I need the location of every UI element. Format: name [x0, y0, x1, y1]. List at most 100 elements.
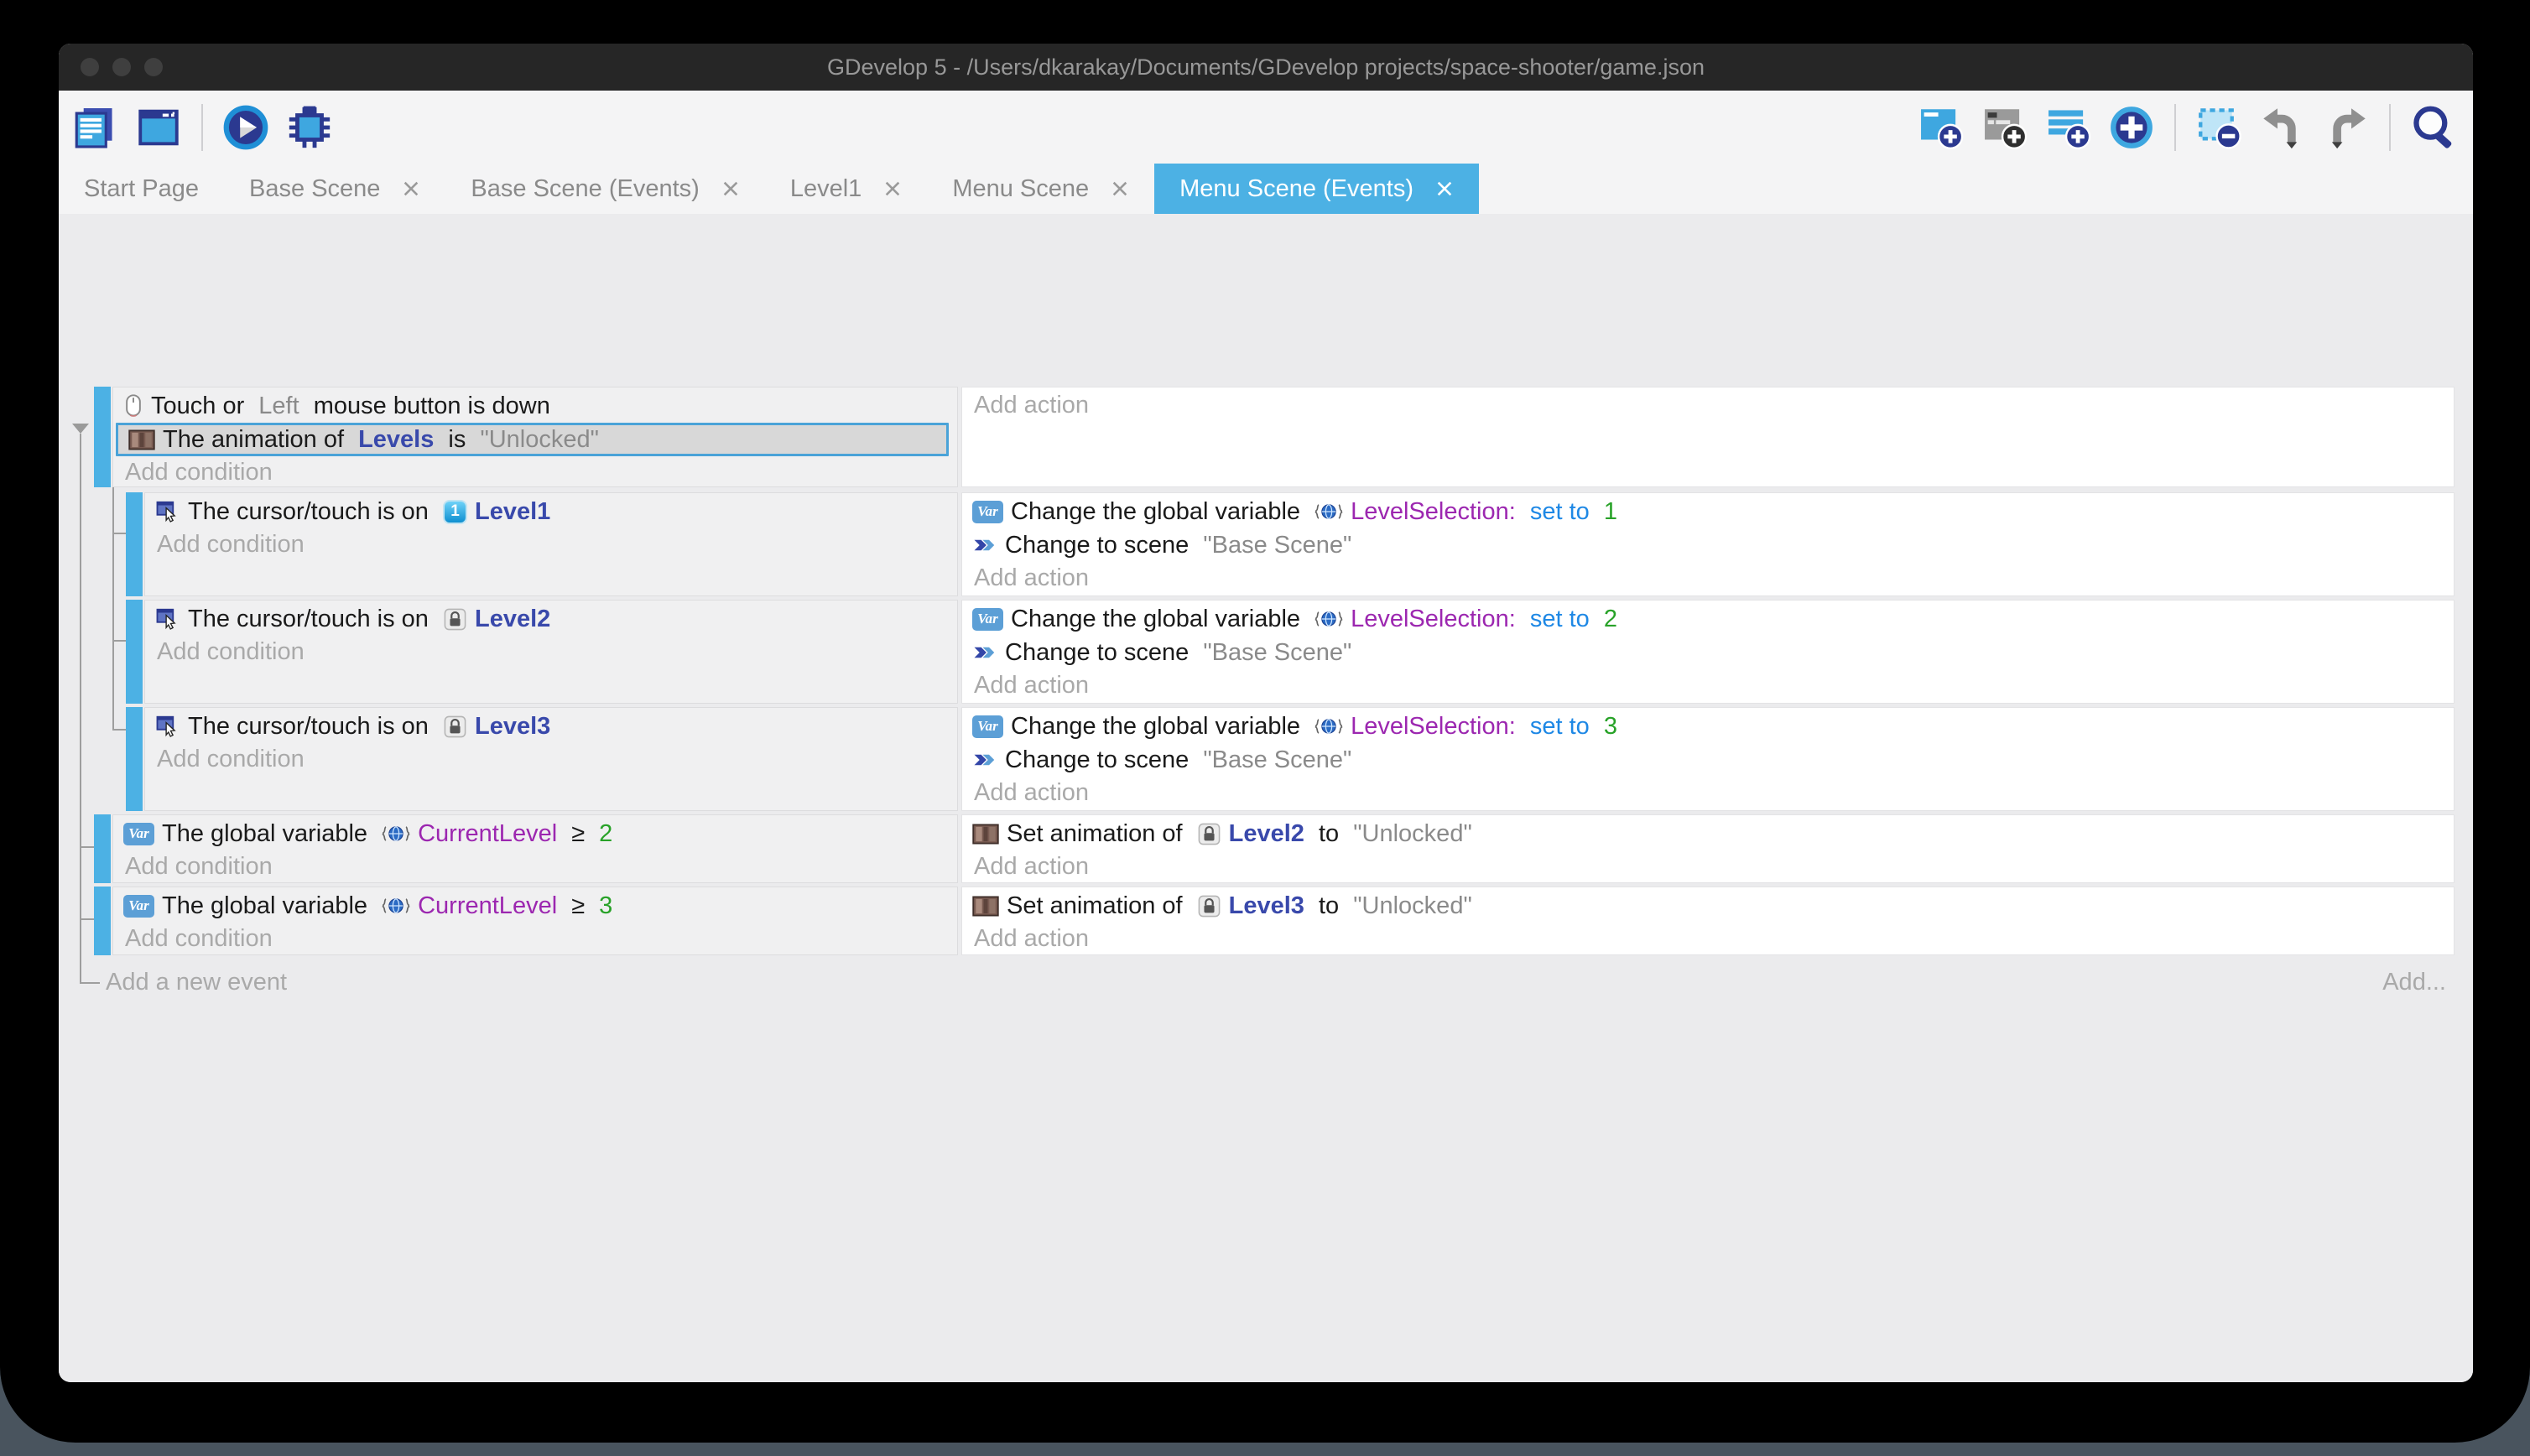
add-action-button[interactable]: Add action	[962, 850, 2454, 882]
change-scene-icon	[972, 535, 997, 555]
cursor-touch-icon	[155, 499, 180, 524]
redo-icon[interactable]	[2322, 103, 2371, 152]
condition-row[interactable]: The cursor/touch is on Level3	[145, 710, 957, 743]
event-accent-bar[interactable]	[94, 887, 111, 955]
add-condition-button[interactable]: Add condition	[113, 923, 957, 954]
event-accent-bar[interactable]	[126, 600, 143, 704]
global-variable-icon	[1314, 715, 1343, 738]
mouse-icon	[123, 393, 143, 419]
debug-icon[interactable]	[285, 103, 334, 152]
event-accent-bar[interactable]	[94, 387, 111, 487]
level1-object-icon: 1	[443, 500, 467, 524]
lock-object-icon	[443, 715, 467, 739]
delete-event-icon[interactable]	[2194, 103, 2243, 152]
tree-line	[112, 533, 126, 534]
project-manager-icon[interactable]	[70, 103, 119, 152]
condition-row[interactable]: The cursor/touch is on Level2	[145, 602, 957, 636]
event3-conditions: Var The global variable CurrentLevel ≥ 3…	[112, 887, 958, 955]
animation-icon	[128, 429, 155, 450]
global-variable-icon	[1314, 500, 1343, 523]
add-event-icon[interactable]	[1916, 103, 1965, 152]
subevent2-actions: Var Change the global variable LevelSele…	[961, 600, 2455, 704]
add-subevent-icon[interactable]	[1980, 103, 2028, 152]
action-row[interactable]: Var Change the global variable LevelSele…	[962, 710, 2454, 743]
events-sheet: Touch or Left mouse button is down The a…	[59, 214, 2473, 1382]
event-accent-bar[interactable]	[94, 814, 111, 883]
tab-menu-scene-events[interactable]: Menu Scene (Events)	[1154, 164, 1479, 214]
add-condition-button[interactable]: Add condition	[145, 743, 957, 775]
main-toolbar	[59, 91, 2473, 164]
add-action-button[interactable]: Add action	[962, 923, 2454, 954]
lock-object-icon	[443, 607, 467, 632]
add-comment-icon[interactable]	[2043, 103, 2092, 152]
title-bar: GDevelop 5 - /Users/dkarakay/Documents/G…	[59, 44, 2473, 91]
add-condition-button[interactable]: Add condition	[145, 528, 957, 560]
event-accent-bar[interactable]	[126, 492, 143, 596]
tree-line	[80, 434, 81, 984]
add-action-button[interactable]: Add action	[962, 389, 2454, 421]
change-scene-icon	[972, 750, 997, 770]
variable-icon: Var	[972, 715, 1003, 738]
add-condition-button[interactable]: Add condition	[113, 456, 957, 488]
condition-row[interactable]: Touch or Left mouse button is down	[113, 389, 957, 423]
action-row[interactable]: Change to scene "Base Scene"	[962, 636, 2454, 669]
add-action-button[interactable]: Add action	[962, 562, 2454, 594]
condition-row[interactable]: The cursor/touch is on 1 Level1	[145, 495, 957, 528]
condition-row[interactable]: Var The global variable CurrentLevel ≥ 2	[113, 817, 957, 850]
gdevelop-window: GDevelop 5 - /Users/dkarakay/Documents/G…	[59, 44, 2473, 1382]
close-icon[interactable]	[402, 179, 420, 198]
variable-icon: Var	[972, 501, 1003, 523]
action-row[interactable]: Change to scene "Base Scene"	[962, 743, 2454, 777]
animation-icon	[972, 824, 999, 845]
add-action-button[interactable]: Add action	[962, 777, 2454, 809]
event2-conditions: Var The global variable CurrentLevel ≥ 2…	[112, 814, 958, 883]
subevent1-conditions: The cursor/touch is on 1 Level1 Add cond…	[144, 492, 958, 596]
condition-row[interactable]: Var The global variable CurrentLevel ≥ 3	[113, 889, 957, 923]
toolbar-divider	[2389, 104, 2391, 151]
add-condition-button[interactable]: Add condition	[145, 636, 957, 668]
add-condition-button[interactable]: Add condition	[113, 850, 957, 882]
toolbar-divider	[201, 104, 203, 151]
change-scene-icon	[972, 642, 997, 663]
action-row[interactable]: Set animation of Level3 to "Unlocked"	[962, 889, 2454, 923]
action-row[interactable]: Var Change the global variable LevelSele…	[962, 495, 2454, 528]
event-accent-bar[interactable]	[126, 707, 143, 811]
tab-level1[interactable]: Level1	[765, 164, 927, 214]
close-icon[interactable]	[721, 179, 740, 198]
animation-icon	[972, 896, 999, 917]
tab-base-scene-events[interactable]: Base Scene (Events)	[445, 164, 764, 214]
event1-conditions: Touch or Left mouse button is down The a…	[112, 387, 958, 487]
event2-actions: Set animation of Level2 to "Unlocked" Ad…	[961, 814, 2455, 883]
action-row[interactable]: Change to scene "Base Scene"	[962, 528, 2454, 562]
undo-icon[interactable]	[2258, 103, 2307, 152]
window-title: GDevelop 5 - /Users/dkarakay/Documents/G…	[59, 44, 2473, 91]
cursor-touch-icon	[155, 606, 180, 632]
close-icon[interactable]	[1111, 179, 1129, 198]
tree-line	[80, 918, 94, 920]
add-more-button[interactable]: Add...	[2382, 965, 2446, 999]
scene-editor-icon[interactable]	[134, 103, 183, 152]
condition-row-selected[interactable]: The animation of Levels is "Unlocked"	[116, 423, 949, 456]
add-circle-icon[interactable]	[2107, 103, 2156, 152]
toolbar-right-group	[1916, 91, 2458, 164]
tree-line	[80, 846, 94, 848]
tab-menu-scene[interactable]: Menu Scene	[927, 164, 1154, 214]
cursor-touch-icon	[155, 714, 180, 739]
add-new-event-button[interactable]: Add a new event	[106, 965, 287, 999]
subevent3-actions: Var Change the global variable LevelSele…	[961, 707, 2455, 811]
close-icon[interactable]	[1435, 179, 1454, 198]
variable-icon: Var	[123, 895, 154, 918]
tab-base-scene[interactable]: Base Scene	[224, 164, 445, 214]
add-action-button[interactable]: Add action	[962, 669, 2454, 701]
event1-actions: Add action	[961, 387, 2455, 487]
subevent1-actions: Var Change the global variable LevelSele…	[961, 492, 2455, 596]
preview-icon[interactable]	[221, 103, 270, 152]
action-row[interactable]: Var Change the global variable LevelSele…	[962, 602, 2454, 636]
tab-start-page[interactable]: Start Page	[59, 164, 224, 214]
variable-icon: Var	[972, 608, 1003, 631]
global-variable-icon	[1314, 607, 1343, 631]
action-row[interactable]: Set animation of Level2 to "Unlocked"	[962, 817, 2454, 850]
global-variable-icon	[382, 822, 410, 845]
search-icon[interactable]	[2409, 103, 2458, 152]
close-icon[interactable]	[883, 179, 902, 198]
